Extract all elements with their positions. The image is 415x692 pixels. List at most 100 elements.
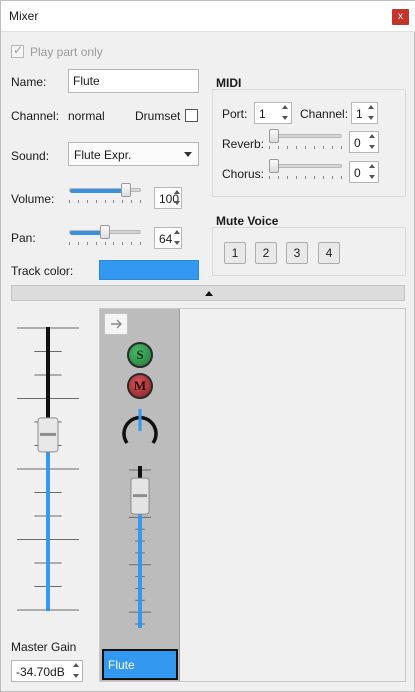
close-button[interactable]: x	[392, 9, 409, 25]
chorus-up-arrow-icon[interactable]	[368, 162, 377, 171]
mute-voice-2-button[interactable]: 2	[255, 242, 277, 264]
chorus-slider-track[interactable]	[269, 164, 342, 168]
midi-title: MIDI	[216, 76, 242, 90]
volume-slider-handle[interactable]	[121, 183, 131, 197]
slider-tick	[305, 146, 306, 149]
mute-voice-4-button[interactable]: 4	[318, 242, 340, 264]
slider-tick	[87, 242, 88, 245]
slider-tick	[305, 176, 306, 179]
reverb-label: Reverb:	[222, 137, 265, 151]
port-up-arrow-icon[interactable]	[281, 103, 290, 112]
channel-name-label[interactable]: Flute	[102, 649, 178, 680]
play-part-only-label: Play part only	[30, 45, 103, 59]
chorus-value: 0	[354, 166, 361, 180]
solo-button[interactable]: S	[127, 342, 153, 368]
channel-up-arrow-icon[interactable]	[367, 103, 376, 112]
chorus-down-arrow-icon[interactable]	[368, 173, 377, 182]
port-down-arrow-icon[interactable]	[281, 114, 290, 123]
master-gain-value: -34.70dB	[16, 665, 65, 679]
drumset-label: Drumset	[135, 109, 181, 123]
title-bar: Mixer x	[1, 1, 415, 32]
pan-knob[interactable]	[119, 405, 161, 449]
expand-strip-button[interactable]	[104, 313, 128, 335]
volume-label: Volume:	[11, 192, 55, 206]
slider-tick	[113, 200, 114, 203]
pan-value: 64	[159, 232, 173, 246]
track-color-swatch[interactable]	[99, 260, 199, 280]
sound-select[interactable]: Flute Expr.	[68, 142, 199, 166]
slider-tick	[287, 146, 288, 149]
window-title: Mixer	[9, 9, 39, 23]
master-fader-level	[46, 434, 50, 611]
name-label: Name:	[11, 75, 47, 89]
chorus-label: Chorus:	[222, 167, 265, 181]
slider-tick	[131, 200, 132, 203]
chorus-slider-ticks	[269, 176, 342, 180]
channel-down-arrow-icon[interactable]	[367, 114, 376, 123]
slider-tick	[122, 242, 123, 245]
slider-tick	[269, 176, 270, 179]
midi-channel-label: Channel:	[300, 107, 349, 121]
slider-tick	[105, 200, 106, 203]
reverb-down-arrow-icon[interactable]	[368, 143, 377, 152]
play-part-only-checkbox[interactable]	[11, 43, 24, 58]
pan-label: Pan:	[11, 231, 36, 245]
reverb-up-arrow-icon[interactable]	[368, 132, 377, 141]
mute-voice-3-button[interactable]: 3	[286, 242, 308, 264]
gain-up-arrow-icon[interactable]	[72, 661, 81, 670]
slider-tick	[96, 242, 97, 245]
track-color-label: Track color:	[11, 264, 74, 278]
drumset-checkbox[interactable]	[185, 109, 198, 122]
volume-up-arrow-icon[interactable]	[173, 188, 182, 197]
slider-tick	[269, 146, 270, 149]
collapse-details-bar[interactable]	[11, 285, 405, 301]
volume-slider-fill	[70, 189, 126, 193]
gain-down-arrow-icon[interactable]	[72, 672, 81, 681]
slider-tick	[296, 176, 297, 179]
slider-tick	[78, 200, 79, 203]
slider-tick	[278, 146, 279, 149]
midi-channel-value: 1	[356, 107, 363, 121]
pan-slider-handle[interactable]	[100, 225, 110, 239]
reverb-slider-track[interactable]	[269, 134, 342, 138]
slider-tick	[323, 176, 324, 179]
sound-label: Sound:	[11, 149, 50, 163]
slider-tick	[296, 146, 297, 149]
slider-tick	[96, 200, 97, 203]
slider-tick	[105, 242, 106, 245]
reverb-slider-handle[interactable]	[269, 129, 279, 143]
slider-tick	[278, 176, 279, 179]
slider-tick	[140, 200, 141, 203]
pan-knob-indicator	[138, 409, 142, 431]
slider-tick	[69, 200, 70, 203]
close-icon: x	[398, 11, 403, 22]
midi-port-value: 1	[259, 107, 266, 121]
slider-tick	[69, 242, 70, 245]
slider-tick	[323, 146, 324, 149]
reverb-slider-ticks	[269, 146, 342, 150]
master-gain-fader[interactable]	[11, 319, 91, 619]
master-gain-label: Master Gain	[11, 640, 77, 654]
part-name-input[interactable]	[68, 69, 199, 93]
slider-tick	[314, 176, 315, 179]
slider-tick	[287, 176, 288, 179]
channel-volume-fader[interactable]	[119, 464, 161, 630]
mute-button[interactable]: M	[127, 373, 153, 399]
channel-label: Channel:	[11, 109, 60, 123]
slider-tick	[341, 146, 342, 149]
chorus-slider-handle[interactable]	[269, 159, 279, 173]
mute-voice-title: Mute Voice	[216, 214, 279, 228]
midi-port-label: Port:	[222, 107, 248, 121]
volume-down-arrow-icon[interactable]	[173, 199, 182, 208]
pan-up-arrow-icon[interactable]	[173, 228, 182, 237]
slider-tick	[314, 146, 315, 149]
mute-voice-1-button[interactable]: 1	[224, 242, 246, 264]
channel-fader-handle	[130, 477, 150, 515]
slider-tick	[122, 200, 123, 203]
slider-tick	[87, 200, 88, 203]
pan-down-arrow-icon[interactable]	[173, 239, 182, 248]
slider-tick	[332, 146, 333, 149]
slider-tick	[131, 242, 132, 245]
sound-select-value: Flute Expr.	[74, 148, 132, 162]
volume-slider-ticks	[69, 200, 141, 204]
